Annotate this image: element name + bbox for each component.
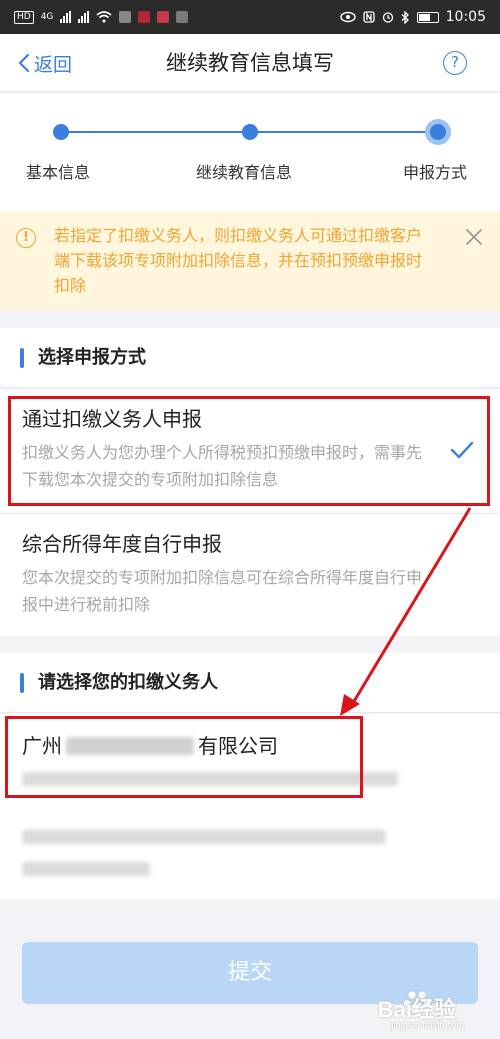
watermark-sub: jingyan.baidu.com	[391, 1020, 464, 1030]
annotation-arrow	[340, 507, 472, 716]
